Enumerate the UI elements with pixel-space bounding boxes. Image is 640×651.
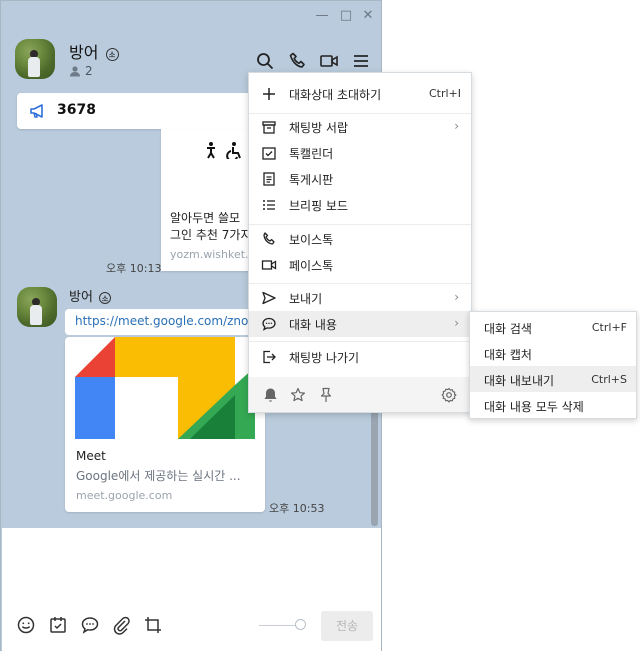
megaphone-icon — [30, 104, 43, 118]
board-icon — [263, 172, 275, 186]
list-icon — [263, 200, 275, 210]
maximize-button[interactable]: □ — [339, 9, 353, 23]
accessibility-icon — [207, 142, 241, 159]
meet-preview-card[interactable]: Meet Google에서 제공하는 실시간 ... meet.google.c… — [65, 337, 265, 512]
menu-item-board[interactable]: 톡게시판 — [249, 166, 471, 192]
submenu-item-delete-all[interactable]: 대화 내용 모두 삭제 — [470, 392, 636, 418]
menu-item-briefing[interactable]: 브리핑 보드 — [249, 192, 471, 218]
card-title: Meet — [76, 449, 106, 463]
submenu-item-label: 대화 캡처 — [484, 348, 532, 362]
chat-scrollbar[interactable] — [371, 396, 378, 526]
menu-item-send[interactable]: 보내기 › — [249, 285, 471, 311]
paperclip-icon[interactable] — [111, 615, 131, 635]
pin-icon[interactable] — [319, 387, 333, 403]
menu-item-leave[interactable]: 채팅방 나가기 — [249, 344, 471, 370]
submenu-item-label: 대화 내용 모두 삭제 — [484, 400, 584, 414]
search-icon[interactable] — [255, 51, 275, 71]
bell-icon[interactable] — [263, 387, 278, 403]
sender-avatar[interactable] — [17, 287, 57, 327]
exit-icon — [263, 350, 276, 364]
star-icon[interactable] — [290, 387, 306, 403]
submenu-item-shortcut: Ctrl+S — [591, 373, 627, 386]
menu-item-label: 보내기 — [289, 292, 323, 306]
card-url: meet.google.com — [76, 489, 173, 502]
emoticon-icon[interactable] — [16, 615, 36, 635]
submenu-item-search[interactable]: 대화 검색 Ctrl+F — [470, 314, 636, 340]
menu-item-conversation[interactable]: 대화 내용 › — [249, 311, 471, 337]
card-url: yozm.wishket.c — [170, 248, 255, 261]
submenu-item-label: 대화 내보내기 — [484, 374, 555, 388]
message-time: 오후 10:13 — [106, 262, 162, 275]
chat-title-group[interactable]: 방어 소 — [69, 39, 119, 63]
avatar-person-body — [28, 57, 40, 77]
conversation-submenu: 대화 검색 Ctrl+F 대화 캡처 대화 내보내기 Ctrl+S 대화 내용 … — [469, 311, 637, 419]
menu-item-label: 채팅방 나가기 — [289, 351, 360, 365]
menu-item-label: 브리핑 보드 — [289, 199, 349, 213]
menu-item-label: 톡게시판 — [289, 173, 334, 187]
chat-menu: 대화상대 초대하기 Ctrl+I 채팅방 서랍 › 톡캘린더 톡게시판 브리핑 … — [248, 72, 472, 413]
submenu-item-label: 대화 검색 — [484, 322, 532, 336]
calendar-check-icon[interactable] — [48, 615, 68, 635]
avatar-person-body — [30, 305, 42, 325]
sender-name: 방어 — [69, 290, 93, 305]
plus-icon — [263, 88, 275, 100]
menu-item-facetalk[interactable]: 페이스톡 — [249, 252, 471, 278]
send-button[interactable]: 전송 — [321, 611, 373, 641]
phone-icon — [263, 232, 275, 245]
sender-name-group[interactable]: 방어 소 — [69, 286, 112, 305]
crop-icon[interactable] — [143, 615, 163, 635]
members-icon — [70, 66, 80, 77]
card-description: Google에서 제공하는 실시간 ... — [76, 469, 241, 483]
phone-icon[interactable] — [288, 51, 308, 71]
chat-bubble-icon — [262, 317, 276, 331]
menu-divider — [249, 224, 471, 225]
close-button[interactable]: ✕ — [361, 9, 375, 23]
menu-item-shortcut: Ctrl+I — [428, 87, 461, 100]
notice-text: 3678 — [57, 102, 96, 118]
menu-item-invite[interactable]: 대화상대 초대하기 Ctrl+I — [249, 81, 471, 107]
menu-item-calendar[interactable]: 톡캘린더 — [249, 140, 471, 166]
menu-item-label: 보이스톡 — [289, 233, 334, 247]
card-title-line2: 그인 추천 7가지 — [170, 228, 252, 242]
minimize-button[interactable]: — — [315, 9, 329, 23]
submenu-item-export[interactable]: 대화 내보내기 Ctrl+S — [470, 366, 636, 392]
menu-item-label: 대화 내용 — [289, 318, 337, 332]
menu-divider — [249, 341, 471, 342]
zoom-slider-knob[interactable] — [295, 619, 306, 630]
menu-item-drawer[interactable]: 채팅방 서랍 › — [249, 114, 471, 140]
message-link[interactable]: https://meet.google.com/zno-dv — [75, 314, 268, 328]
card-title-line1: 알아두면 쓸모 — [170, 211, 241, 225]
gear-icon[interactable] — [441, 387, 457, 403]
submenu-item-capture[interactable]: 대화 캡처 — [470, 340, 636, 366]
google-meet-logo — [75, 337, 255, 439]
friend-badge-icon: 소 — [105, 48, 119, 61]
calendar-check-icon — [262, 147, 276, 160]
send-icon — [262, 291, 276, 305]
chat-avatar[interactable] — [15, 39, 55, 79]
chat-bubble-icon[interactable] — [80, 615, 100, 635]
link-message-bubble[interactable]: https://meet.google.com/zno-dv — [65, 309, 268, 335]
menu-item-label: 대화상대 초대하기 — [289, 88, 382, 102]
chevron-right-icon: › — [454, 119, 459, 133]
video-icon — [261, 260, 277, 270]
menu-icon[interactable] — [351, 51, 371, 71]
video-icon[interactable] — [319, 51, 339, 71]
menu-item-label: 채팅방 서랍 — [289, 121, 349, 135]
menu-footer — [249, 377, 471, 412]
notice-bar[interactable]: 3678 — [17, 93, 281, 129]
friend-badge-icon: 소 — [99, 292, 112, 304]
menu-item-label: 페이스톡 — [289, 259, 334, 273]
chat-title: 방어 — [69, 43, 99, 62]
member-count: 2 — [85, 64, 93, 78]
menu-item-voicetalk[interactable]: 보이스톡 — [249, 226, 471, 252]
message-time: 오후 10:53 — [269, 502, 325, 515]
menu-divider — [249, 283, 471, 284]
submenu-item-shortcut: Ctrl+F — [591, 321, 627, 334]
menu-item-label: 톡캘린더 — [289, 147, 334, 161]
drawer-icon — [262, 121, 276, 134]
chevron-right-icon: › — [454, 316, 459, 330]
chevron-right-icon: › — [454, 290, 459, 304]
